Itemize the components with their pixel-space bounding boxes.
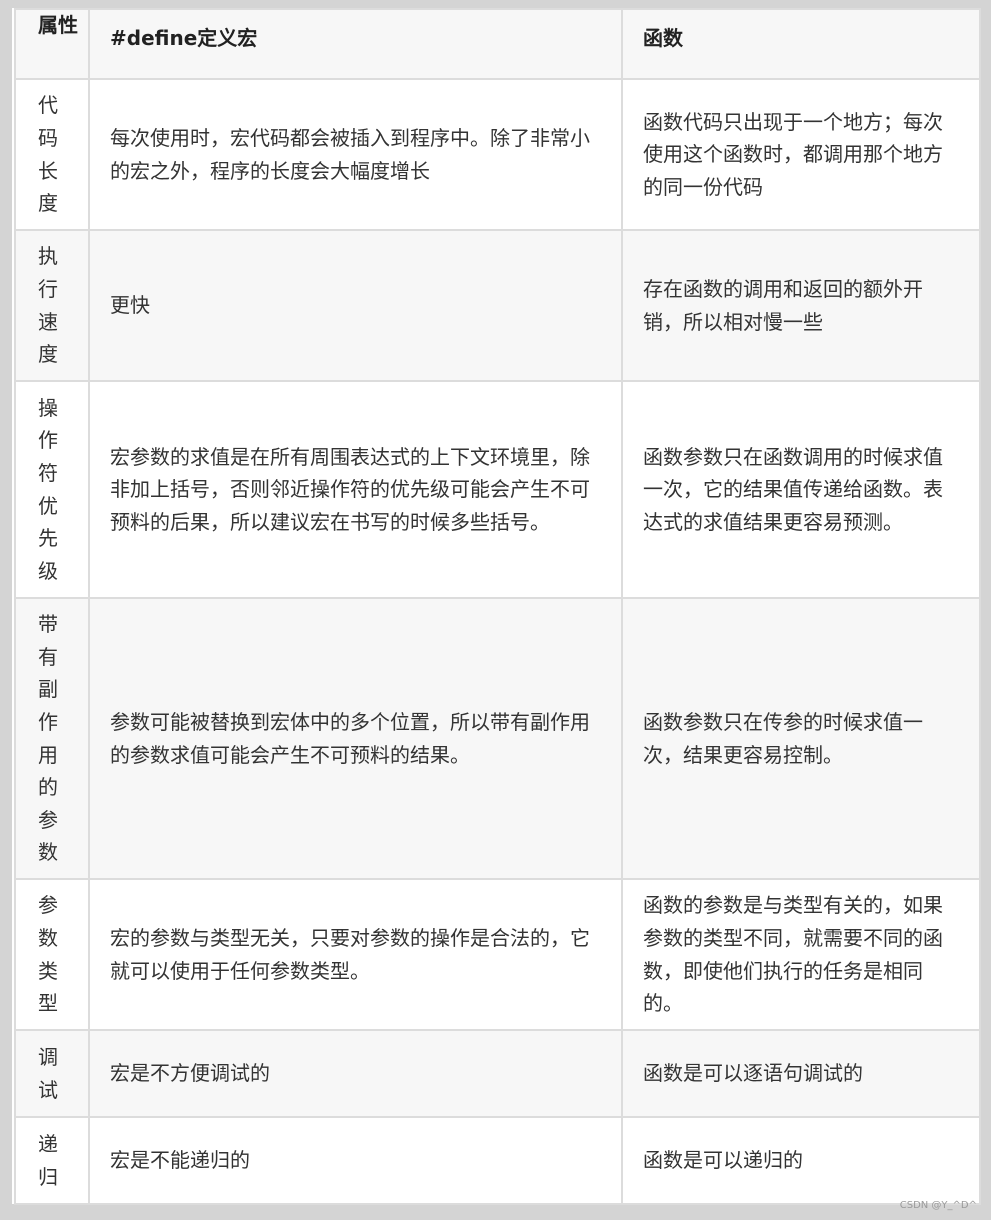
- row-macro: 宏是不能递归的: [88, 1116, 623, 1205]
- row-function: 函数参数只在函数调用的时候求值一次，它的结果值传递给函数。表达式的求值结果更容易…: [621, 380, 981, 599]
- table-row: 调试 宏是不方便调试的 函数是可以逐语句调试的: [14, 1029, 981, 1118]
- row-macro: 宏是不方便调试的: [88, 1029, 623, 1118]
- row-function: 函数是可以递归的: [621, 1116, 981, 1205]
- row-function: 函数参数只在传参的时候求值一次，结果更容易控制。: [621, 597, 981, 880]
- row-attribute: 执行速度: [14, 229, 90, 382]
- table-row: 执行速度 更快 存在函数的调用和返回的额外开销，所以相对慢一些: [14, 229, 981, 382]
- row-attribute: 参数类型: [14, 878, 90, 1031]
- table-row: 带有副作用的参数 参数可能被替换到宏体中的多个位置，所以带有副作用的参数求值可能…: [14, 597, 981, 880]
- table-body: 代码长度 每次使用时，宏代码都会被插入到程序中。除了非常小的宏之外，程序的长度会…: [14, 78, 981, 1205]
- comparison-table: 属性 #define定义宏 函数 代码长度 每次使用时，宏代码都会被插入到程序中…: [14, 8, 981, 1205]
- row-attribute: 递归: [14, 1116, 90, 1205]
- row-function: 函数是可以逐语句调试的: [621, 1029, 981, 1118]
- header-attribute: 属性: [14, 8, 90, 80]
- row-macro: 宏参数的求值是在所有周围表达式的上下文环境里，除非加上括号，否则邻近操作符的优先…: [88, 380, 623, 599]
- row-function: 存在函数的调用和返回的额外开销，所以相对慢一些: [621, 229, 981, 382]
- row-attribute: 操作符优先级: [14, 380, 90, 599]
- table-header: 属性 #define定义宏 函数: [14, 8, 981, 80]
- header-function: 函数: [621, 8, 981, 80]
- row-function: 函数的参数是与类型有关的，如果参数的类型不同，就需要不同的函数，即使他们执行的任…: [621, 878, 981, 1031]
- header-row: 属性 #define定义宏 函数: [14, 8, 981, 80]
- table-row: 参数类型 宏的参数与类型无关，只要对参数的操作是合法的，它就可以使用于任何参数类…: [14, 878, 981, 1031]
- row-macro: 更快: [88, 229, 623, 382]
- csdn-watermark: CSDN @Y_^D^: [899, 1200, 977, 1211]
- table-row: 代码长度 每次使用时，宏代码都会被插入到程序中。除了非常小的宏之外，程序的长度会…: [14, 78, 981, 231]
- table-row: 操作符优先级 宏参数的求值是在所有周围表达式的上下文环境里，除非加上括号，否则邻…: [14, 380, 981, 599]
- row-attribute: 调试: [14, 1029, 90, 1118]
- row-attribute: 带有副作用的参数: [14, 597, 90, 880]
- row-function: 函数代码只出现于一个地方；每次使用这个函数时，都调用那个地方的同一份代码: [621, 78, 981, 231]
- row-macro: 参数可能被替换到宏体中的多个位置，所以带有副作用的参数求值可能会产生不可预料的结…: [88, 597, 623, 880]
- row-macro: 宏的参数与类型无关，只要对参数的操作是合法的，它就可以使用于任何参数类型。: [88, 878, 623, 1031]
- header-macro: #define定义宏: [88, 8, 623, 80]
- table-row: 递归 宏是不能递归的 函数是可以递归的: [14, 1116, 981, 1205]
- row-macro: 每次使用时，宏代码都会被插入到程序中。除了非常小的宏之外，程序的长度会大幅度增长: [88, 78, 623, 231]
- row-attribute: 代码长度: [14, 78, 90, 231]
